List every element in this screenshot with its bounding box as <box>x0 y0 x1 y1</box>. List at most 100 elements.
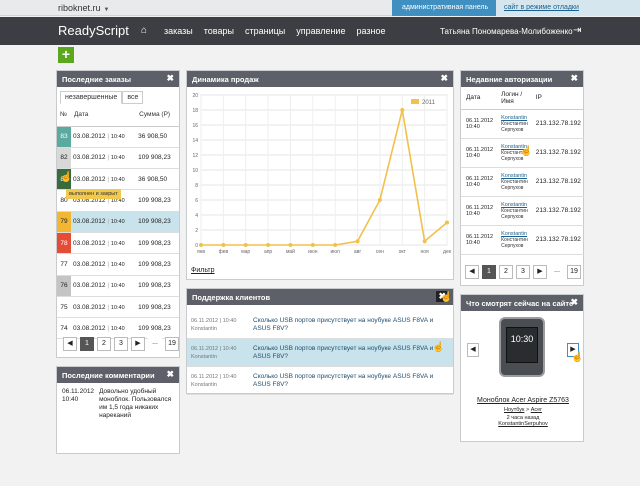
breadcrumb-category[interactable]: Ноутбук <box>504 407 524 413</box>
tab-unfinished[interactable]: незавершенные <box>60 91 123 104</box>
logout-icon[interactable]: ⇥ <box>573 25 581 36</box>
product-image[interactable]: 10:30 <box>499 317 545 377</box>
col-num[interactable]: № <box>57 104 71 127</box>
support-message[interactable]: 06.11.2012 | 10:40 Konstantin Сколько USB… <box>187 339 453 367</box>
order-sum: 109 908,23 <box>136 296 179 319</box>
page-button[interactable]: 3 <box>114 337 128 351</box>
auth-login: Konstantin Константин Серпухов <box>496 196 531 226</box>
table-row[interactable]: 06.11.2012 10:40 Konstantin Константин Серп… <box>461 225 584 255</box>
order-date-text: 03.08.2012 <box>73 239 106 247</box>
table-row[interactable]: 06.11.2012 10:40 Konstantin Константин Серп… <box>461 196 584 226</box>
page-button[interactable]: 2 <box>499 265 513 279</box>
close-icon[interactable]: ✖ <box>166 369 174 380</box>
x-tick-label: июн <box>308 249 318 255</box>
auth-pager: ◀ 1 2 3 ▶... 19 <box>465 265 581 279</box>
order-number: 74 <box>57 317 71 340</box>
phone-screen: 10:30 <box>506 327 538 363</box>
col-sum[interactable]: Сумма (Р) <box>136 104 179 127</box>
order-sum: 109 908,23 <box>136 275 179 297</box>
prev-arrow[interactable]: ◀ <box>467 343 479 357</box>
user-fullname: Константин Серпухов <box>501 207 528 220</box>
page-button[interactable]: 1 <box>482 265 496 279</box>
user-name[interactable]: Татьяна Пономарева-Молибоженко <box>440 27 573 36</box>
login-link[interactable]: Konstantin <box>501 202 527 208</box>
order-date: 03.08.2012 | 10:40 <box>71 126 137 148</box>
auth-date-text: 06.11.2012 <box>466 233 494 240</box>
breadcrumb-brand[interactable]: Acer <box>531 407 542 413</box>
auth-date: 06.11.2012 10:40 <box>461 196 497 226</box>
message-time: 10:40 <box>222 345 237 352</box>
debug-mode-link[interactable]: сайт в режиме отладки <box>496 0 640 16</box>
main-menu: заказы товары страницы управление разное <box>164 26 385 36</box>
tab-all[interactable]: все <box>122 91 144 104</box>
close-icon[interactable]: ✖ <box>440 73 448 84</box>
col-date: Дата <box>461 87 497 110</box>
panel-header: Динамика продаж ✖ <box>187 71 453 87</box>
x-tick-label: авг <box>354 249 361 255</box>
table-row[interactable]: 79 03.08.2012 | 10:40 109 908,23 <box>57 211 179 233</box>
prev-page-button[interactable]: ◀ <box>465 265 479 279</box>
panel-header: Последние заказы ✖ <box>57 71 179 87</box>
viewer-user[interactable]: KonstantinSerpuhov <box>461 421 585 427</box>
comment-item[interactable]: 06.11.2012 10:40 Довольно удобный монобло… <box>57 383 179 425</box>
table-row[interactable]: 77 03.08.2012 | 10:40 109 908,23 <box>57 253 179 276</box>
menu-products[interactable]: товары <box>204 26 234 36</box>
table-row[interactable]: 06.11.2012 10:40 Konstantin Константин Серп… <box>461 109 584 139</box>
table-row[interactable]: 75 03.08.2012 | 10:40 109 908,23 <box>57 296 179 319</box>
prev-page-button[interactable]: ◀ <box>63 337 77 351</box>
col-date[interactable]: Дата <box>71 104 137 127</box>
login-link[interactable]: Konstantin <box>501 173 527 179</box>
login-link[interactable]: Konstantin <box>501 231 527 237</box>
message-text: Сколько USB портов присутствует на ноубу… <box>253 316 434 332</box>
close-icon[interactable]: ✖ <box>570 73 578 84</box>
table-row[interactable]: 81 03.08.2012 | 10:40 36 908,50 <box>57 168 179 191</box>
close-icon[interactable]: ✖ <box>570 297 578 308</box>
table-row[interactable]: 76 03.08.2012 | 10:40 109 908,23 <box>57 275 179 297</box>
pager-ellipsis: ... <box>550 265 564 279</box>
x-tick-label: мар <box>241 249 250 255</box>
close-icon[interactable]: ✖ <box>166 73 174 84</box>
support-message[interactable]: 06.11.2012 | 10:40 Konstantin Сколько USB… <box>187 311 453 339</box>
data-point <box>333 243 338 247</box>
data-point <box>400 108 405 112</box>
order-time: 10:40 <box>110 261 125 268</box>
add-widget-button[interactable]: + <box>58 47 74 63</box>
menu-pages[interactable]: страницы <box>245 26 285 36</box>
menu-misc[interactable]: разное <box>356 26 385 36</box>
order-date-text: 03.08.2012 <box>73 282 106 290</box>
admin-panel-link[interactable]: административная панель <box>392 0 499 16</box>
menu-management[interactable]: управление <box>296 26 345 36</box>
page-button[interactable]: 3 <box>516 265 530 279</box>
product-name[interactable]: Моноблок Acer Aspire Z5763 <box>461 397 585 404</box>
support-message[interactable]: 06.11.2012 | 10:40 Konstantin Сколько USB… <box>187 367 453 395</box>
table-row[interactable]: 74 03.08.2012 | 10:40 109 908,23 <box>57 317 179 340</box>
table-row[interactable]: 06.11.2012 10:40 Konstantin Константин Серп… <box>461 167 584 197</box>
message-text: Сколько USB портов присутствует на ноубу… <box>253 372 434 388</box>
page-button[interactable]: 1 <box>80 337 94 351</box>
page-button[interactable]: 2 <box>97 337 111 351</box>
menu-orders[interactable]: заказы <box>164 26 193 36</box>
order-date-text: 03.08.2012 <box>73 324 106 332</box>
login-link[interactable]: Konstantin <box>501 115 527 121</box>
table-row[interactable]: 82 03.08.2012 | 10:40 109 908,23 <box>57 147 179 170</box>
y-tick-label: 6 <box>195 198 198 204</box>
order-time: 10:40 <box>110 176 125 183</box>
page-button[interactable]: 19 <box>165 337 179 351</box>
y-tick-label: 2 <box>195 228 198 234</box>
legend-label: 2011 <box>422 100 436 106</box>
page-button[interactable]: 19 <box>567 265 581 279</box>
site-selector[interactable]: riboknet.ru ▼ <box>58 3 109 13</box>
home-icon[interactable]: ⌂ <box>141 25 147 36</box>
user-fullname: Константин Серпухов <box>501 120 528 133</box>
panel-title: Последние комментарии <box>62 371 155 380</box>
next-page-button[interactable]: ▶ <box>533 265 547 279</box>
x-tick-label: янв <box>197 249 205 255</box>
next-page-button[interactable]: ▶ <box>131 337 145 351</box>
auth-date: 06.11.2012 10:40 <box>461 109 497 139</box>
order-date-text: 03.08.2012 <box>73 303 106 311</box>
table-row[interactable]: 83 03.08.2012 | 10:40 36 908,50 <box>57 126 179 148</box>
user-fullname: Константин Серпухов <box>501 236 528 249</box>
table-row[interactable]: 78 03.08.2012 | 10:40 109 908,23 <box>57 232 179 255</box>
panel-header: Что смотрят сейчас на сайте ✖ <box>461 295 583 311</box>
filter-link[interactable]: Фильтр <box>191 267 215 274</box>
